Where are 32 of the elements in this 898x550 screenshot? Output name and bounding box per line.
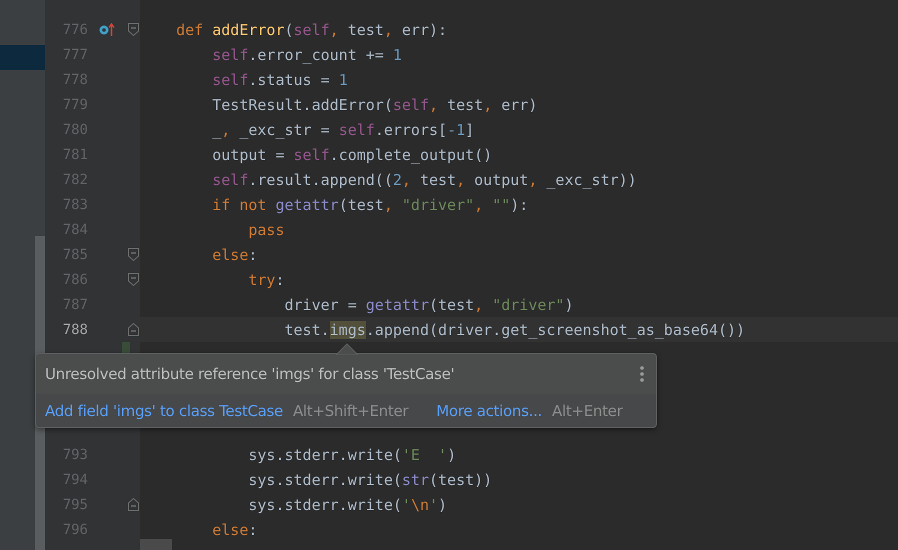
override-method-icon[interactable] xyxy=(99,22,115,36)
fold-icon[interactable] xyxy=(128,23,138,36)
code-line: test.imgs.append(driver.get_screenshot_as_base64()) xyxy=(283,320,746,338)
shortcut-label: Alt+Shift+Enter xyxy=(292,402,408,420)
code-line: if not getattr(test, "driver", ""): xyxy=(211,196,528,214)
code-line: sys.stderr.write('E ') xyxy=(247,446,456,464)
code-line: self.error_count += 1 xyxy=(211,46,402,64)
quick-fix-link[interactable]: Add field 'imgs' to class TestCase xyxy=(45,402,283,420)
error-message: Unresolved attribute reference 'imgs' for class 'TestCase' xyxy=(45,365,454,383)
fold-icon[interactable] xyxy=(128,248,138,261)
fold-icon[interactable] xyxy=(128,273,138,286)
more-options-icon[interactable] xyxy=(640,366,644,382)
code-line: sys.stderr.write(str(test)) xyxy=(247,470,492,488)
code-line: TestResult.addError(self, test, err) xyxy=(211,96,538,114)
shortcut-label: Alt+Enter xyxy=(552,402,622,420)
code-line: else: xyxy=(211,246,258,264)
code-line: self.status = 1 xyxy=(211,70,348,88)
fold-icon[interactable] xyxy=(128,498,138,511)
scroll-marker xyxy=(140,539,172,550)
code-line: driver = getattr(test, "driver") xyxy=(283,296,574,314)
fold-icon[interactable] xyxy=(128,323,138,336)
code-line: pass xyxy=(247,220,284,238)
code-line: else: xyxy=(211,520,258,538)
code-line: def addError(self, test, err): xyxy=(175,20,448,38)
code-line: _, _exc_str = self.errors[-1] xyxy=(211,120,474,138)
code-line: self.result.append((2, test, output, _exc_str)) xyxy=(211,170,637,188)
code-line: sys.stderr.write('\n') xyxy=(247,496,448,514)
line-number: 788 xyxy=(62,322,88,338)
code-line: output = self.complete_output() xyxy=(211,146,492,164)
change-marker xyxy=(122,342,130,353)
quick-fix-link[interactable]: More actions... xyxy=(436,402,542,420)
code-line: try: xyxy=(247,270,284,288)
